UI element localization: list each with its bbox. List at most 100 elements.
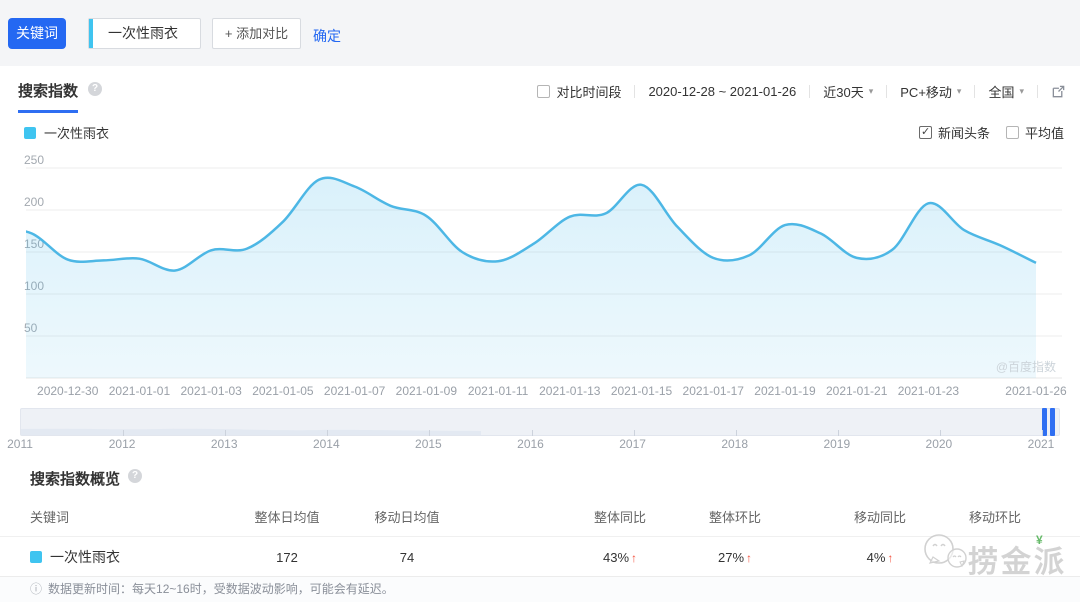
y-axis-label: 250 [24, 153, 44, 167]
time-range-slider[interactable] [20, 408, 1060, 436]
x-axis-label: 2020-12-30 [37, 384, 99, 398]
chevron-down-icon: ▾ [957, 86, 962, 97]
device-value: PC+移动 [900, 82, 952, 101]
divider [634, 85, 635, 98]
help-icon[interactable]: ? [128, 469, 142, 483]
col-header-mobile-mom: 移动环比 [940, 507, 1050, 526]
slider-tick [532, 430, 533, 436]
external-link-icon[interactable] [1051, 84, 1066, 99]
col-header-mobile-yoy: 移动同比 [820, 507, 940, 526]
chart-watermark: @百度指数 [996, 359, 1056, 374]
x-axis-label: 2021-01-19 [754, 384, 816, 398]
series-swatch [24, 127, 36, 139]
top-toolbar: 关键词 一次性雨衣 + 添加对比 确定 [0, 0, 1080, 66]
compare-period-toggle[interactable]: 对比时间段 [537, 82, 621, 101]
chart-controls: 对比时间段 2020-12-28 ~ 2021-01-26 近30天 ▾ PC+… [537, 82, 1066, 101]
chevron-down-icon: ▾ [869, 86, 874, 97]
year-label: 2014 [306, 437, 346, 451]
year-label: 2011 [0, 437, 40, 451]
y-axis-label: 200 [24, 195, 44, 209]
slider-handle-bar[interactable] [1050, 408, 1055, 436]
date-range-value: 2020-12-28 ~ 2021-01-26 [648, 84, 796, 99]
year-label: 2018 [715, 437, 755, 451]
footer-note-bar: ⓘ 数据更新时间：每天12~16时，受数据波动影响，可能会有延迟。 [0, 576, 1080, 602]
x-axis-label: 2021-01-21 [826, 384, 888, 398]
slider-tick [838, 430, 839, 436]
x-axis-label: 2021-01-07 [324, 384, 386, 398]
days-dropdown[interactable]: 近30天 ▾ [823, 82, 873, 101]
series-area [0, 178, 1036, 378]
footer-note: 数据更新时间：每天12~16时，受数据波动影响，可能会有延迟。 [48, 582, 394, 596]
col-header-overall-avg: 整体日均值 [227, 507, 347, 526]
year-label: 2017 [613, 437, 653, 451]
up-arrow-icon: ↑ [631, 551, 637, 565]
keyword-button[interactable]: 关键词 [8, 18, 66, 49]
divider [809, 85, 810, 98]
x-axis-label: 2021-01-01 [109, 384, 171, 398]
year-label: 2013 [204, 437, 244, 451]
region-dropdown[interactable]: 全国 ▾ [988, 82, 1024, 101]
slider-silhouette [21, 409, 1059, 435]
x-axis-label: 2021-01-13 [539, 384, 601, 398]
x-axis-label: 2021-01-05 [252, 384, 314, 398]
series-color-accent [89, 19, 93, 48]
add-compare-button[interactable]: + 添加对比 [212, 18, 301, 49]
compare-period-label: 对比时间段 [556, 82, 621, 101]
slider-tick [736, 430, 737, 436]
x-axis-label: 2021-01-03 [180, 384, 242, 398]
news-label: 新闻头条 [938, 123, 990, 142]
compare-period-checkbox[interactable] [537, 85, 550, 98]
slider-year-axis: 2011201220132014201520162017201820192020… [20, 437, 1060, 452]
x-axis-label: 2021-01-26 [1005, 384, 1067, 398]
keyword-cell: 一次性雨衣 [30, 547, 227, 567]
tab-search-index[interactable]: 搜索指数 [18, 80, 78, 113]
overview-data-row: 一次性雨衣 172↑ 74↑ 43%↑ 27%↑ 4%↑ ↑ [30, 544, 1050, 570]
x-axis-label: 2021-01-23 [898, 384, 960, 398]
news-toggle[interactable]: 新闻头条 [919, 123, 990, 142]
trend-chart-canvas[interactable]: 250200150100502020-12-302021-01-012021-0… [0, 150, 1080, 405]
series-label: 一次性雨衣 [44, 123, 109, 142]
info-icon: ⓘ [30, 582, 42, 596]
average-checkbox[interactable] [1006, 126, 1019, 139]
divider [1037, 85, 1038, 98]
confirm-button[interactable]: 确定 [313, 26, 341, 46]
x-axis-label: 2021-01-09 [396, 384, 458, 398]
average-label: 平均值 [1025, 123, 1064, 142]
average-toggle[interactable]: 平均值 [1006, 123, 1064, 142]
slider-tick [327, 430, 328, 436]
slider-tick [225, 430, 226, 436]
series-swatch [30, 551, 42, 563]
overall-yoy-cell: 43%↑ [560, 550, 680, 565]
help-icon[interactable]: ? [88, 82, 102, 96]
chevron-down-icon: ▾ [1019, 86, 1024, 97]
x-axis-label: 2021-01-17 [683, 384, 745, 398]
mobile-avg-cell: 74↑ [347, 550, 467, 565]
overall-avg-cell: 172↑ [227, 550, 347, 565]
baidu-index-page: 关键词 一次性雨衣 + 添加对比 确定 搜索指数 ? 对比时间段 2020-12… [0, 0, 1080, 604]
mobile-yoy-cell: 4%↑ [820, 550, 940, 565]
date-range-picker[interactable]: 2020-12-28 ~ 2021-01-26 [648, 84, 796, 99]
slider-handle[interactable] [1042, 408, 1055, 436]
region-value: 全国 [988, 82, 1014, 101]
keyword-input[interactable]: 一次性雨衣 [88, 18, 201, 49]
divider [886, 85, 887, 98]
device-dropdown[interactable]: PC+移动 ▾ [900, 82, 961, 101]
x-axis-label: 2021-01-15 [611, 384, 673, 398]
divider [0, 536, 1080, 537]
x-axis-label: 2021-01-11 [468, 384, 529, 398]
slider-tick [940, 430, 941, 436]
year-label: 2012 [102, 437, 142, 451]
col-header-overall-yoy: 整体同比 [560, 507, 680, 526]
up-arrow-icon: ↑ [746, 551, 752, 565]
slider-tick [123, 430, 124, 436]
col-header-keyword: 关键词 [30, 507, 227, 526]
col-header-overall-mom: 整体环比 [680, 507, 790, 526]
overall-mom-cell: 27%↑ [680, 550, 790, 565]
news-checkbox[interactable] [919, 126, 932, 139]
overview-title: 搜索指数概览 [30, 468, 120, 489]
overview-header-row: 关键词 整体日均值 移动日均值 整体同比 整体环比 移动同比 移动环比 [30, 505, 1050, 527]
up-arrow-icon: ↑ [887, 551, 893, 565]
year-label: 2019 [817, 437, 857, 451]
slider-tick [634, 430, 635, 436]
days-value: 近30天 [823, 82, 863, 101]
